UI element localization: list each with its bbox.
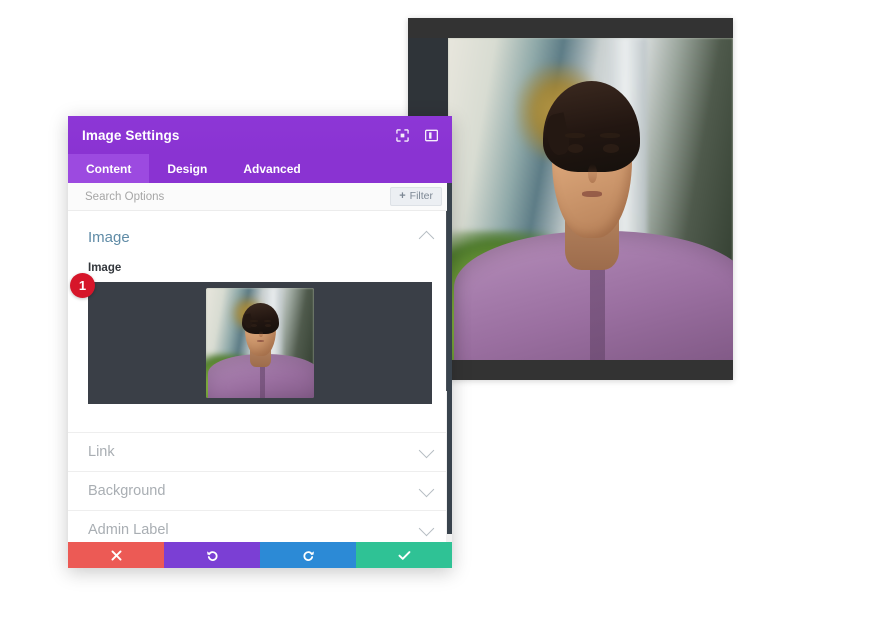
search-row: + Filter [68, 183, 452, 211]
image-upload-area[interactable]: 1 [70, 273, 432, 404]
section-link-title: Link [88, 444, 115, 460]
layout-toggle-icon[interactable] [424, 129, 439, 142]
undo-button[interactable] [164, 542, 260, 568]
section-admin-label-title: Admin Label [88, 522, 169, 538]
header-icon-group [396, 128, 439, 142]
section-image: Image Image 1 [68, 211, 452, 432]
tab-content[interactable]: Content [68, 154, 150, 183]
preview-top-bar [408, 18, 733, 38]
section-image-header[interactable]: Image [68, 211, 452, 256]
modal-body: Image Image 1 Link Background Admin Labe… [68, 211, 452, 542]
check-icon [397, 550, 410, 560]
close-icon [111, 550, 121, 560]
tab-design[interactable]: Design [149, 154, 225, 183]
chevron-down-icon[interactable] [418, 520, 435, 536]
step-badge: 1 [70, 273, 95, 298]
section-background-title: Background [88, 483, 166, 499]
tab-advanced[interactable]: Advanced [225, 154, 318, 183]
redo-icon [302, 550, 314, 561]
section-link-header[interactable]: Link [68, 432, 452, 471]
chevron-down-icon[interactable] [418, 442, 435, 458]
section-background-header[interactable]: Background [68, 471, 452, 510]
filter-button[interactable]: + Filter [390, 187, 442, 206]
preview-bottom-bar [408, 360, 733, 380]
image-thumbnail [206, 288, 314, 398]
cancel-button[interactable] [68, 542, 164, 568]
chevron-down-icon[interactable] [418, 481, 435, 497]
filter-button-label: Filter [409, 190, 433, 203]
modal-right-rail[interactable] [447, 183, 452, 534]
preview-hero-image [448, 38, 733, 360]
modal-tab-bar: Content Design Advanced [68, 154, 452, 183]
undo-icon [206, 550, 218, 561]
search-input[interactable] [85, 183, 391, 210]
expand-icon[interactable] [396, 128, 409, 142]
chevron-up-icon[interactable] [418, 230, 435, 247]
plus-icon: + [399, 190, 406, 202]
image-settings-modal: Image Settings Content Design Advanced + [68, 116, 452, 568]
modal-header: Image Settings [68, 116, 452, 154]
page-preview-panel [408, 18, 733, 380]
section-admin-label-header[interactable]: Admin Label [68, 510, 452, 542]
page-title: Image Settings [82, 127, 180, 143]
modal-footer [68, 542, 452, 568]
section-image-title: Image [88, 229, 130, 246]
redo-button[interactable] [260, 542, 356, 568]
save-button[interactable] [356, 542, 452, 568]
image-field-label: Image [88, 262, 122, 274]
